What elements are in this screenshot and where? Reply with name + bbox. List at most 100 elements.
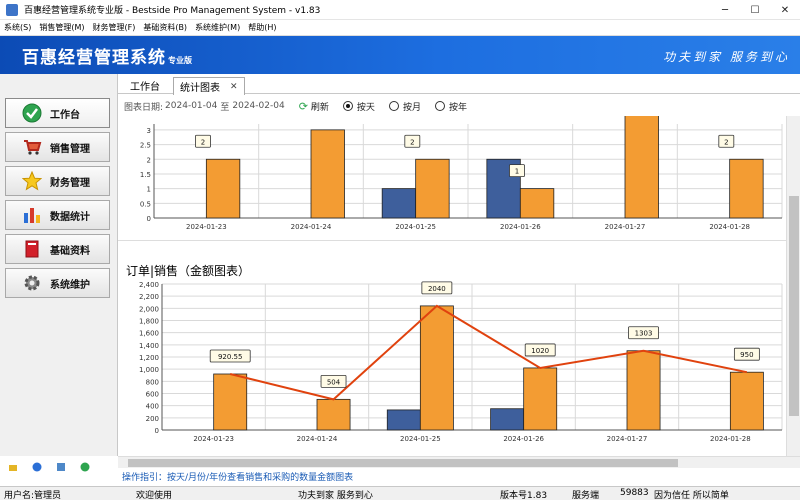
bar-sales xyxy=(213,373,248,431)
shopping-cart-icon xyxy=(22,137,42,157)
x-tick-label: 2024-01-23 xyxy=(186,223,227,231)
status-bar: 用户名:管理员 欢迎使用 功夫到家 服务到心 版本号1.83 服务端 59883… xyxy=(0,486,800,500)
date-label: 图表日期: xyxy=(124,102,164,113)
x-tick-label: 2024-01-25 xyxy=(400,435,441,443)
menu-system[interactable]: 系统(S) xyxy=(0,22,35,33)
date-separator: 至 xyxy=(220,102,230,113)
y-tick-label: 2,000 xyxy=(139,305,159,313)
x-tick-label: 2024-01-26 xyxy=(500,223,541,231)
bar-sales xyxy=(523,367,558,431)
x-tick-label: 2024-01-26 xyxy=(503,435,544,443)
x-tick-label: 2024-01-28 xyxy=(709,223,750,231)
x-tick-label: 2024-01-24 xyxy=(297,435,338,443)
y-tick-label: 1,600 xyxy=(139,330,159,338)
refresh-button[interactable]: ⟳ 刷新 xyxy=(299,100,329,113)
sidebar-item-statistics[interactable]: 数据统计 xyxy=(5,200,110,230)
menu-maintenance[interactable]: 系统维护(M) xyxy=(191,22,244,33)
x-tick-label: 2024-01-24 xyxy=(291,223,332,231)
y-tick-label: 3 xyxy=(147,127,151,135)
bar-sales xyxy=(729,158,764,219)
radio-by-day[interactable]: 按天 xyxy=(342,100,375,113)
x-tick-label: 2024-01-27 xyxy=(605,223,646,231)
sidebar-item-workbench[interactable]: 工作台 xyxy=(5,98,110,128)
data-label: 2 xyxy=(724,138,728,146)
quantity-chart: 0 0.5 1 1.5 2 2.5 3 2024-01-23 2024-01-24 2024-01… xyxy=(140,116,783,231)
lock-icon[interactable] xyxy=(8,462,18,475)
x-tick-label: 2024-01-25 xyxy=(395,223,436,231)
vertical-scrollbar[interactable] xyxy=(786,116,800,456)
status-service-label: 服务端 xyxy=(572,491,600,500)
y-tick-label: 400 xyxy=(146,403,159,411)
sidebar-item-basic-data[interactable]: 基础资料 xyxy=(5,234,110,264)
bar-sales xyxy=(729,371,764,431)
amount-chart: 0 200 400 600 800 1,000 1,200 1,400 1,600 1,800 2,… xyxy=(139,281,783,443)
status-version: 版本号1.83 xyxy=(500,491,548,500)
bar-sales xyxy=(205,158,241,219)
status-service-num: 59883 xyxy=(620,488,649,498)
refresh-icon[interactable] xyxy=(80,462,90,475)
bar-sales xyxy=(316,398,351,431)
minimize-button[interactable]: ─ xyxy=(710,0,740,20)
x-tick-label: 2024-01-28 xyxy=(710,435,751,443)
horizontal-scrollbar[interactable] xyxy=(118,456,800,468)
bar-purchase xyxy=(381,188,417,219)
bar-sales xyxy=(519,188,555,219)
menu-bar: 系统(S) 销售管理(M) 财务管理(F) 基础资料(B) 系统维护(M) 帮助… xyxy=(0,20,800,36)
menu-help[interactable]: 帮助(H) xyxy=(244,22,280,33)
sidebar-item-sales[interactable]: 销售管理 xyxy=(5,132,110,162)
scroll-thumb[interactable] xyxy=(128,459,678,467)
tab-bar: 工作台 统计图表 ✕ xyxy=(118,74,800,95)
y-tick-label: 2,400 xyxy=(139,281,159,289)
data-label: 2 xyxy=(201,138,205,146)
data-label: 950 xyxy=(740,351,753,359)
sidebar-item-finance[interactable]: 财务管理 xyxy=(5,166,110,196)
search-icon[interactable] xyxy=(56,462,66,475)
bar-chart-icon xyxy=(22,205,42,225)
brand-title: 百惠经营管理系统 专业版 xyxy=(22,48,192,68)
status-welcome: 欢迎使用 xyxy=(136,491,173,500)
radio-by-month[interactable]: 按月 xyxy=(388,100,421,113)
bar-sales xyxy=(415,158,450,219)
x-tick-label: 2024-01-23 xyxy=(193,435,234,443)
status-user: 用户名:管理员 xyxy=(4,491,62,500)
close-button[interactable]: ✕ xyxy=(770,0,800,20)
y-tick-label: 2 xyxy=(147,156,151,164)
refresh-icon: ⟳ xyxy=(298,99,308,113)
close-tab-icon[interactable]: ✕ xyxy=(230,82,238,92)
sidebar-item-label: 系统维护 xyxy=(50,279,90,291)
window-title: 百惠经营管理系统专业版 - Bestside Pro Management Sy… xyxy=(24,6,321,16)
operation-guide: 操作指引：按天/月份/年份查看销售和采购的数量金额图表 xyxy=(122,472,354,483)
slogan: 功夫到家 服务到心 xyxy=(663,50,790,64)
star-icon xyxy=(22,171,42,191)
tab-statistics-chart[interactable]: 统计图表 ✕ xyxy=(173,77,245,95)
y-tick-label: 1.5 xyxy=(140,171,151,179)
bar-purchase xyxy=(386,409,421,431)
bar-purchase xyxy=(490,408,525,431)
radio-by-year[interactable]: 按年 xyxy=(434,100,467,113)
y-tick-label: 2,200 xyxy=(139,293,159,301)
status-motto: 功夫到家 服务到心 xyxy=(298,491,373,500)
y-tick-label: 1,800 xyxy=(139,318,159,326)
date-from-field[interactable]: 2024-01-04 xyxy=(165,101,217,111)
menu-finance[interactable]: 财务管理(F) xyxy=(88,22,139,33)
y-tick-label: 0 xyxy=(147,215,151,223)
scroll-thumb[interactable] xyxy=(789,196,799,416)
status-trust: 因为信任 所以简单 xyxy=(654,491,729,500)
y-tick-label: 1,400 xyxy=(139,342,159,350)
menu-sales[interactable]: 销售管理(M) xyxy=(35,22,88,33)
bar-sales xyxy=(626,350,661,431)
sidebar-item-label: 基础资料 xyxy=(50,245,90,257)
sidebar-item-maintenance[interactable]: 系统维护 xyxy=(5,268,110,298)
date-to-field[interactable]: 2024-02-04 xyxy=(232,101,284,111)
maximize-button[interactable]: ☐ xyxy=(740,0,770,20)
y-tick-label: 1,000 xyxy=(139,366,159,374)
data-label: 1303 xyxy=(635,330,653,338)
filter-bar: 图表日期: 2024-01-04 至 2024-02-04 ⟳ 刷新 按天 按月… xyxy=(118,96,800,116)
info-icon[interactable] xyxy=(32,462,42,475)
data-label: 920.55 xyxy=(218,353,243,361)
y-tick-label: 200 xyxy=(146,415,159,423)
y-tick-label: 800 xyxy=(146,378,159,386)
menu-basic-data[interactable]: 基础资料(B) xyxy=(139,22,191,33)
tab-workbench[interactable]: 工作台 xyxy=(124,77,166,94)
check-circle-icon xyxy=(22,103,42,123)
